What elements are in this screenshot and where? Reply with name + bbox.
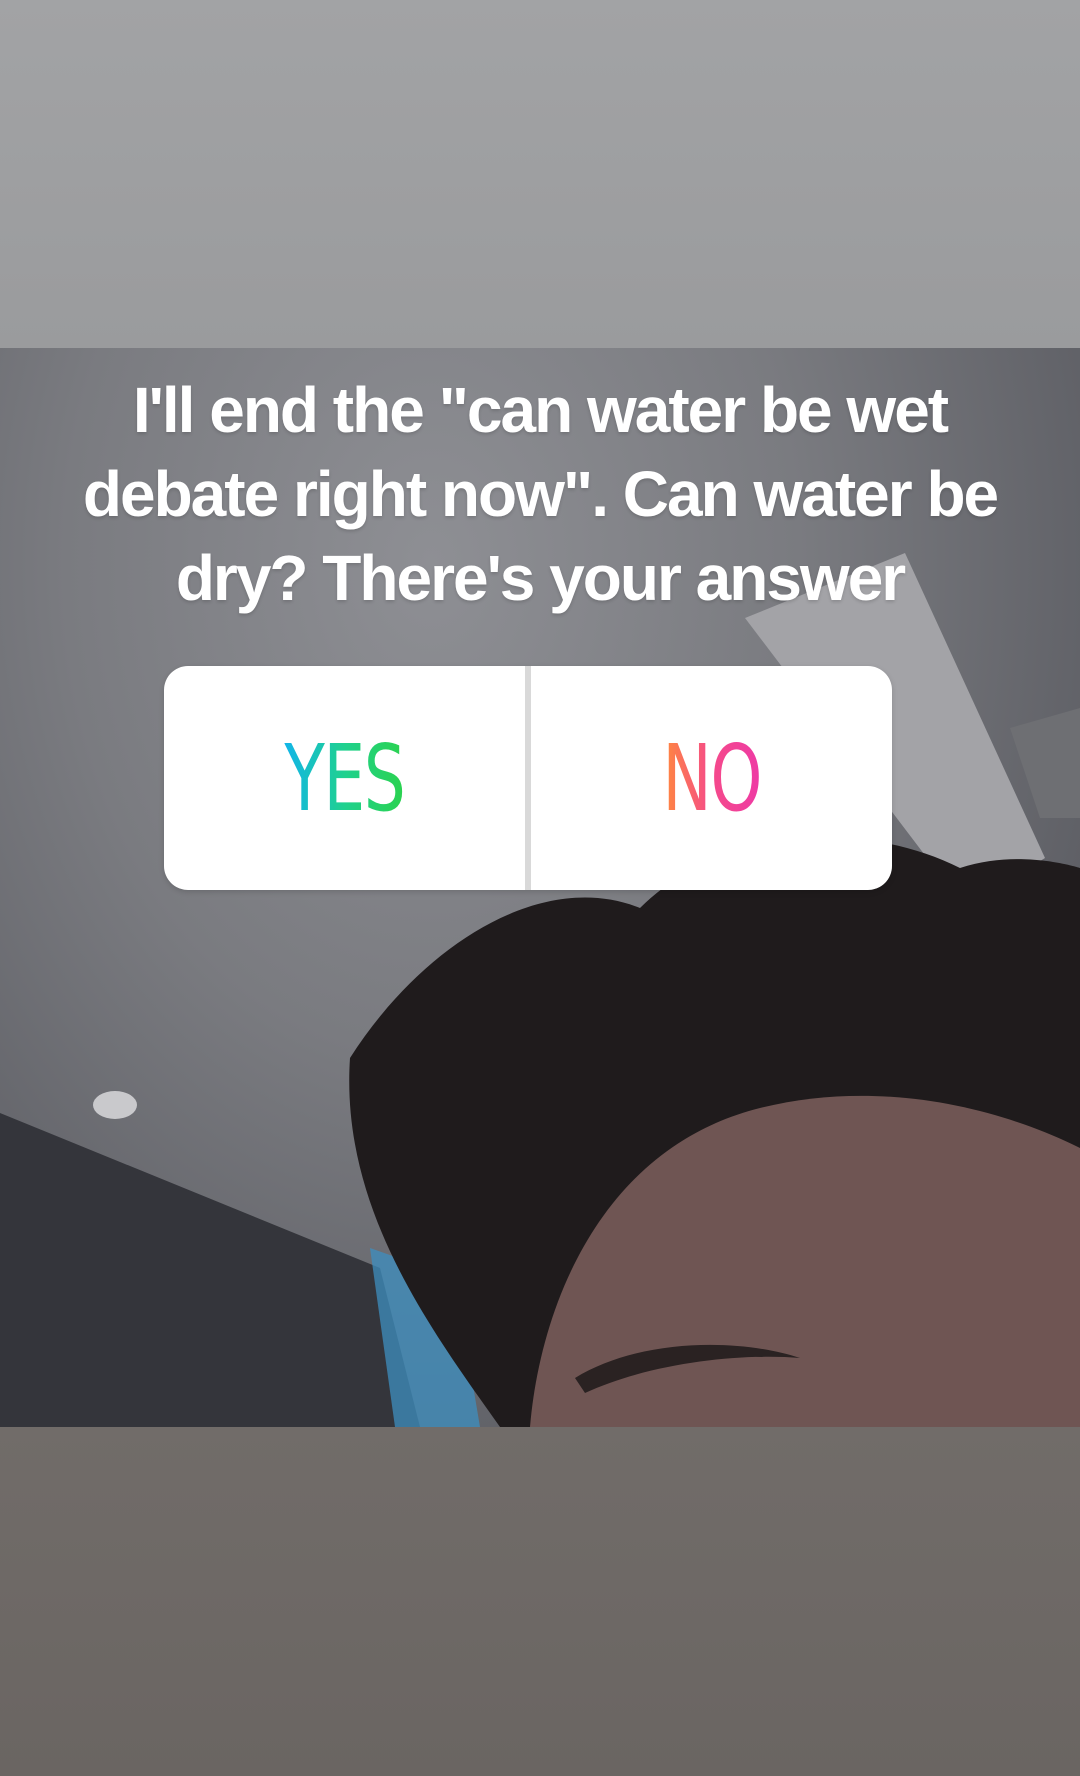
poll-yes-label: YES: [284, 724, 405, 832]
caption-line: debate right now". Can water be: [82, 458, 999, 530]
caption-line: dry? There's your answer: [175, 542, 906, 614]
ceiling-light-shape: [93, 1091, 137, 1119]
story-photo: I'll end the "can water be wet debate ri…: [0, 348, 1080, 1427]
poll-no-label: NO: [662, 724, 762, 832]
poll-option-no[interactable]: NO: [531, 666, 892, 890]
bottom-letterbox: [0, 1427, 1080, 1776]
story-caption: I'll end the "can water be wet debate ri…: [20, 368, 1060, 620]
fan-motor-shape: [1010, 708, 1080, 818]
top-letterbox: [0, 0, 1080, 348]
caption-line: I'll end the "can water be wet: [132, 374, 949, 446]
wall-corner-shape: [0, 1113, 420, 1427]
poll-option-yes[interactable]: YES: [164, 666, 525, 890]
poll-sticker: YES NO: [164, 666, 892, 890]
